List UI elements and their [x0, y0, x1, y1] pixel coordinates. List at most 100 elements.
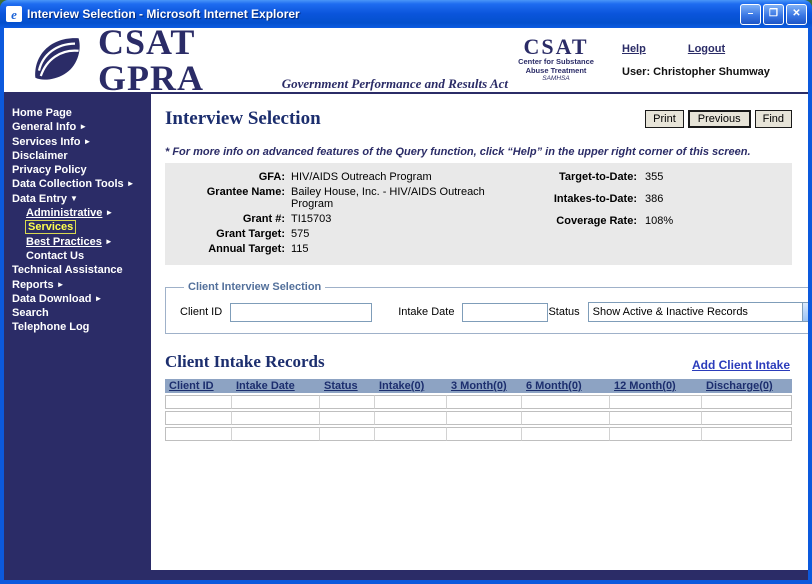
empty-cell: [232, 427, 320, 441]
sidebar-item-best-practices[interactable]: Best Practices►: [12, 235, 151, 249]
sidebar-item-disclaimer[interactable]: Disclaimer: [12, 149, 151, 163]
csat-logo: CSAT Center for Substance Abuse Treatmen…: [508, 36, 604, 84]
client-intake-records-title: Client Intake Records: [165, 352, 325, 372]
empty-cell: [320, 427, 375, 441]
empty-cell: [375, 427, 447, 441]
minimize-button[interactable]: –: [740, 4, 761, 25]
header-right: Help Logout User: Christopher Shumway: [622, 43, 800, 78]
empty-cell: [320, 395, 375, 409]
target-to-date-label: Target-to-Date:: [529, 171, 637, 183]
intakes-to-date-value: 386: [645, 193, 705, 205]
sidebar-item-data-collection-tools[interactable]: Data Collection Tools►: [12, 177, 151, 191]
logout-link[interactable]: Logout: [688, 43, 725, 55]
add-client-intake-link[interactable]: Add Client Intake: [692, 358, 790, 372]
gfa-label: GFA:: [169, 171, 285, 183]
sidebar-item-telephone-log[interactable]: Telephone Log: [12, 320, 151, 334]
previous-button[interactable]: Previous: [688, 110, 751, 128]
annual-target-label: Annual Target:: [169, 243, 285, 255]
sidebar-item-services-info[interactable]: Services Info►: [12, 135, 151, 149]
browser-window: e Interview Selection - Microsoft Intern…: [0, 0, 812, 584]
expanded-arrow-icon: ▼: [70, 194, 78, 203]
empty-cell: [320, 411, 375, 425]
column-header-12-month[interactable]: 12 Month(0): [610, 379, 702, 393]
empty-cell: [702, 395, 792, 409]
empty-cell: [375, 395, 447, 409]
column-header-intake-date[interactable]: Intake Date: [232, 379, 320, 393]
app-header: CSAT GPRA Government Performance and Res…: [4, 28, 808, 94]
gfa-value: HIV/AIDS Outreach Program: [291, 171, 487, 183]
browser-content: CSAT GPRA Government Performance and Res…: [4, 28, 808, 580]
help-note: * For more info on advanced features of …: [165, 146, 792, 158]
dropdown-arrow-icon: ▼: [802, 303, 808, 321]
client-intake-records-table: Client ID Intake Date Status Intake(0) 3…: [165, 377, 792, 443]
csat-logo-title: CSAT: [508, 36, 604, 58]
client-interview-selection-panel: Client Interview Selection Client ID Int…: [165, 281, 808, 334]
sidebar-item-administrative[interactable]: Administrative►: [12, 206, 151, 220]
sidebar-item-services[interactable]: Services: [12, 220, 151, 234]
column-header-intake[interactable]: Intake(0): [375, 379, 447, 393]
empty-cell: [165, 395, 232, 409]
sidebar-nav: Home Page General Info► Services Info► D…: [4, 94, 151, 570]
annual-target-value: 115: [291, 243, 487, 255]
hhs-eagle-logo-icon: [30, 31, 84, 90]
target-to-date-value: 355: [645, 171, 705, 183]
intake-date-input[interactable]: [462, 303, 548, 322]
window-title: Interview Selection - Microsoft Internet…: [27, 7, 738, 21]
main-content: Interview Selection Print Previous Find …: [151, 94, 808, 570]
submenu-arrow-icon: ►: [83, 137, 91, 146]
table-row: [165, 395, 792, 409]
csat-logo-line2: Abuse Treatment: [508, 67, 604, 76]
brand-title: CSAT GPRA: [98, 28, 270, 96]
empty-cell: [610, 411, 702, 425]
submenu-arrow-icon: ►: [57, 280, 65, 289]
column-header-client-id[interactable]: Client ID: [165, 379, 232, 393]
sidebar-item-data-download[interactable]: Data Download►: [12, 292, 151, 306]
table-row: [165, 427, 792, 441]
sidebar-item-data-entry[interactable]: Data Entry▼: [12, 192, 151, 206]
print-button[interactable]: Print: [645, 110, 684, 128]
empty-cell: [522, 427, 610, 441]
sidebar-item-reports[interactable]: Reports►: [12, 278, 151, 292]
title-bar[interactable]: e Interview Selection - Microsoft Intern…: [0, 0, 812, 28]
status-select[interactable]: Show Active & Inactive Records ▼: [588, 302, 808, 322]
client-id-input[interactable]: [230, 303, 372, 322]
maximize-button[interactable]: ❐: [763, 4, 784, 25]
empty-cell: [610, 427, 702, 441]
filter-legend: Client Interview Selection: [184, 281, 325, 293]
empty-cell: [447, 427, 522, 441]
sidebar-item-contact-us[interactable]: Contact Us: [12, 249, 151, 263]
coverage-rate-value: 108%: [645, 215, 705, 227]
column-header-3-month[interactable]: 3 Month(0): [447, 379, 522, 393]
coverage-rate-label: Coverage Rate:: [529, 215, 637, 227]
empty-cell: [232, 395, 320, 409]
empty-cell: [375, 411, 447, 425]
status-label: Status: [548, 306, 579, 318]
help-link[interactable]: Help: [622, 43, 646, 55]
page-title: Interview Selection: [165, 108, 321, 130]
table-header-row: Client ID Intake Date Status Intake(0) 3…: [165, 379, 792, 393]
column-header-6-month[interactable]: 6 Month(0): [522, 379, 610, 393]
column-header-status[interactable]: Status: [320, 379, 375, 393]
column-header-discharge[interactable]: Discharge(0): [702, 379, 792, 393]
submenu-arrow-icon: ►: [79, 122, 87, 131]
find-button[interactable]: Find: [755, 110, 792, 128]
grant-target-label: Grant Target:: [169, 228, 285, 240]
grantee-name-value: Bailey House, Inc. - HIV/AIDS Outreach P…: [291, 186, 487, 210]
empty-cell: [165, 427, 232, 441]
csat-logo-samhsa: SAMHSA: [508, 75, 604, 83]
empty-cell: [702, 427, 792, 441]
close-button[interactable]: ✕: [786, 4, 807, 25]
sidebar-item-search[interactable]: Search: [12, 306, 151, 320]
empty-cell: [522, 395, 610, 409]
client-id-label: Client ID: [180, 306, 222, 318]
grant-number-value: TI15703: [291, 213, 487, 225]
empty-cell: [447, 411, 522, 425]
sidebar-item-technical-assistance[interactable]: Technical Assistance: [12, 263, 151, 277]
sidebar-item-general-info[interactable]: General Info►: [12, 120, 151, 134]
empty-cell: [165, 411, 232, 425]
empty-cell: [447, 395, 522, 409]
sidebar-item-home-page[interactable]: Home Page: [12, 106, 151, 120]
submenu-arrow-icon: ►: [105, 237, 113, 246]
table-row: [165, 411, 792, 425]
sidebar-item-privacy-policy[interactable]: Privacy Policy: [12, 163, 151, 177]
